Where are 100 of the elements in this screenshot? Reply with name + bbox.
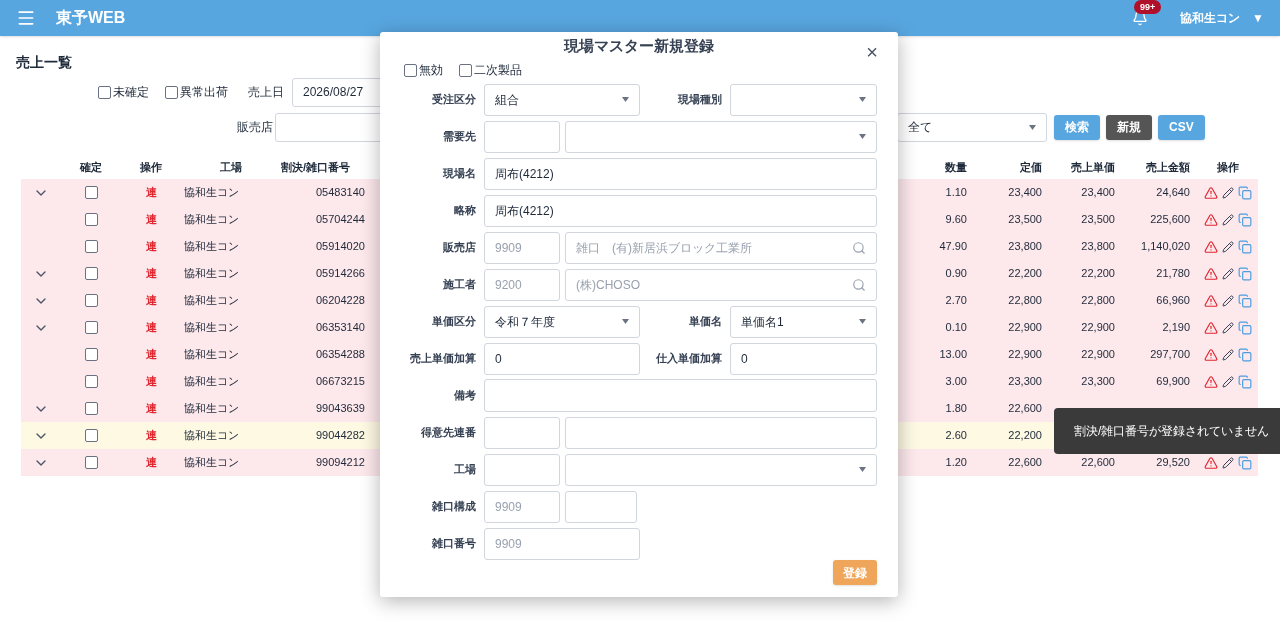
edit-icon[interactable]	[1222, 321, 1234, 334]
link-text[interactable]: 連	[145, 211, 157, 228]
select-field[interactable]	[565, 453, 877, 486]
table-cell: 23,500	[1081, 213, 1115, 226]
select-field[interactable]	[565, 120, 877, 153]
select-field[interactable]: 令和７年度	[484, 305, 640, 338]
warning-icon[interactable]	[1204, 320, 1218, 335]
table-cell: 66,960	[1156, 294, 1190, 307]
bell-icon[interactable]	[1132, 10, 1149, 26]
checkbox[interactable]	[98, 85, 111, 99]
close-button[interactable]: ×	[866, 42, 878, 62]
checkbox[interactable]	[84, 294, 98, 307]
column-header: 数量	[944, 159, 968, 175]
input-field[interactable]	[484, 453, 560, 486]
link-text[interactable]: 連	[145, 184, 157, 201]
table-cell: 69,900	[1156, 375, 1190, 388]
edit-icon[interactable]	[1222, 186, 1234, 199]
checkbox-label: 未確定	[113, 84, 149, 101]
select-field[interactable]: 単価名1	[730, 305, 877, 338]
field-label: 仕入単価加算	[655, 351, 723, 367]
register-button[interactable]: 登録	[833, 560, 877, 585]
input-field[interactable]	[484, 120, 560, 153]
checkbox[interactable]	[84, 402, 98, 415]
column-header: 操作	[1216, 159, 1240, 175]
field-label: 売上単価加算	[409, 351, 477, 367]
link-text[interactable]: 連	[145, 292, 157, 309]
checkbox[interactable]	[84, 429, 98, 442]
user-menu[interactable]: 協和生コン	[1180, 9, 1241, 27]
link-text[interactable]: 連	[145, 454, 157, 471]
input-field[interactable]: 0	[484, 342, 640, 375]
caret-icon	[859, 467, 866, 472]
caret-icon	[859, 319, 866, 324]
edit-icon[interactable]	[1222, 294, 1234, 307]
link-text[interactable]: 連	[145, 427, 157, 444]
input-field[interactable]: 0	[730, 342, 877, 375]
warning-icon[interactable]	[1204, 374, 1218, 389]
table-cell: 21,780	[1156, 267, 1190, 280]
link-text[interactable]: 連	[145, 346, 157, 363]
warning-icon[interactable]	[1204, 347, 1218, 362]
checkbox[interactable]	[165, 85, 178, 99]
warning-icon[interactable]	[1204, 293, 1218, 308]
field-label: 単価区分	[431, 314, 477, 330]
select-field[interactable]	[730, 83, 877, 116]
table-cell-text: 23,800	[1007, 239, 1043, 255]
table-cell: 29,520	[1156, 456, 1190, 469]
link-text[interactable]: 連	[145, 265, 157, 282]
link-text[interactable]: 連	[145, 400, 157, 417]
field-label: 雑口番号	[431, 536, 477, 552]
checkbox[interactable]	[84, 213, 98, 226]
field-label: 販売店	[237, 119, 274, 136]
input-field[interactable]: 周布(4212)	[484, 157, 877, 190]
warning-icon[interactable]	[1204, 455, 1218, 470]
input-field[interactable]: 周布(4212)	[484, 194, 877, 227]
checkbox[interactable]	[84, 240, 98, 253]
input-field[interactable]	[484, 416, 560, 449]
checkbox[interactable]	[84, 348, 98, 361]
checkbox[interactable]	[84, 267, 98, 280]
warning-icon[interactable]	[1204, 212, 1218, 227]
link-text[interactable]: 連	[145, 319, 157, 336]
field-label: 略称	[453, 203, 477, 219]
table-cell-text: 13.00	[938, 347, 968, 363]
edit-icon[interactable]	[1222, 348, 1234, 361]
warning-icon[interactable]	[1204, 185, 1218, 200]
table-cell-text: 05704244	[315, 212, 366, 228]
warning-icon[interactable]	[1204, 266, 1218, 281]
table-cell-text: 2.60	[944, 428, 968, 444]
field-label: 得意先連番	[420, 425, 477, 441]
input-field[interactable]	[565, 490, 637, 523]
checkbox[interactable]	[84, 375, 98, 388]
menu-icon[interactable]	[16, 8, 36, 28]
table-cell-text: 0.10	[944, 320, 968, 336]
edit-icon[interactable]	[1222, 375, 1234, 388]
select-field[interactable]: 組合	[484, 83, 640, 116]
link-text[interactable]: 連	[145, 238, 157, 255]
edit-icon[interactable]	[1222, 456, 1234, 469]
column-header: 確定	[79, 159, 103, 175]
warning-icon[interactable]	[1204, 239, 1218, 254]
checkbox-label: 異常出荷	[180, 84, 228, 101]
checkbox[interactable]	[459, 63, 472, 77]
edit-icon[interactable]	[1222, 213, 1234, 226]
table-cell-text: 99044282	[315, 428, 366, 444]
table-cell: 22,200	[1081, 267, 1115, 280]
action-button[interactable]: 検索	[1054, 114, 1100, 140]
edit-icon[interactable]	[1222, 267, 1234, 280]
table-cell: 22,900	[1081, 348, 1115, 361]
table-cell-text: 23,500	[1007, 212, 1043, 228]
input-field[interactable]	[565, 416, 877, 449]
column-header: 売上金額	[1145, 159, 1191, 175]
edit-icon[interactable]	[1222, 240, 1234, 253]
dialog-title: 現場マスター新規登録	[564, 36, 714, 57]
checkbox[interactable]	[404, 63, 417, 77]
checkbox[interactable]	[84, 456, 98, 469]
checkbox[interactable]	[84, 321, 98, 334]
checkbox[interactable]	[84, 186, 98, 199]
table-cell-text: 47.90	[938, 239, 968, 255]
action-button[interactable]: CSV	[1158, 114, 1205, 140]
column-header: 操作	[139, 159, 163, 175]
action-button[interactable]: 新規	[1106, 114, 1152, 140]
table-cell-text: 06204228	[315, 293, 366, 309]
link-text[interactable]: 連	[145, 373, 157, 390]
